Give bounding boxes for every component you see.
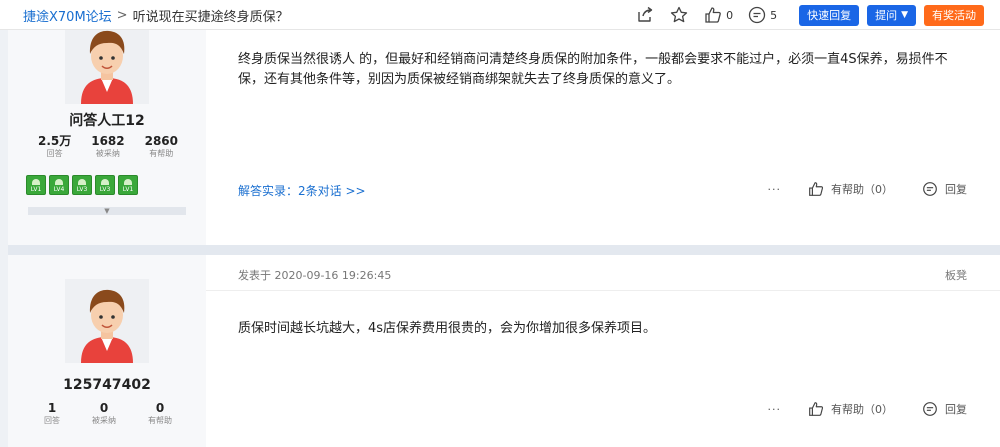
post-divider <box>8 245 1000 255</box>
breadcrumb: 捷途X70M论坛 > 听说现在买捷途终身质保？ <box>23 0 289 30</box>
username[interactable]: 问答人工12 <box>8 110 206 130</box>
ask-button[interactable]: 提问 ▼ <box>867 4 916 26</box>
stat-helpful: 0 有帮助 <box>148 401 172 426</box>
comment-icon <box>923 182 937 196</box>
thumbs-up-icon <box>809 402 824 416</box>
more-options-button[interactable]: ··· <box>768 183 782 196</box>
stat-value: 0 <box>99 401 109 415</box>
level-badge[interactable]: LV3 <box>72 175 92 195</box>
stat-label: 被采纳 <box>95 149 120 158</box>
breadcrumb-forum-link[interactable]: 捷途X70M论坛 <box>23 6 112 25</box>
helpful-label: 有帮助（0） <box>831 183 893 196</box>
stat-value: 1 <box>47 401 57 415</box>
avatar[interactable] <box>65 20 149 104</box>
post-actions: ··· 有帮助（0） 回复 <box>768 400 967 418</box>
user-panel: 问答人工12 2.5万 回答 1682 被采纳 2860 有帮助 LV1 LV4… <box>8 20 206 245</box>
answer-text: 终身质保当然很诱人 的，但最好和经销商问清楚终身质保的附加条件，一般都会要求不能… <box>238 52 948 87</box>
stat-adopted: 1682 被采纳 <box>91 134 124 159</box>
stat-value: 2.5万 <box>37 134 72 148</box>
comment-button[interactable]: 5 <box>747 5 777 25</box>
reply-button[interactable]: 回复 <box>921 180 967 198</box>
breadcrumb-topic: 听说现在买捷途终身质保？ <box>132 9 289 25</box>
stat-value: 2860 <box>144 134 178 148</box>
topic-toolbar: 0 5 快速回复 提问 ▼ 有奖活动 <box>635 0 984 30</box>
level-badge-text: LV4 <box>53 186 65 193</box>
comment-count: 5 <box>770 8 778 22</box>
post-content: 终身质保当然很诱人 的，但最好和经销商问清楚终身质保的附加条件，一般都会要求不能… <box>206 30 1000 245</box>
comment-icon <box>923 402 937 416</box>
expand-badges-toggle[interactable]: ▼ <box>28 207 186 215</box>
stat-label: 有帮助 <box>148 416 172 425</box>
header-divider <box>206 290 1000 291</box>
share-button[interactable] <box>635 5 655 25</box>
stat-answers: 2.5万 回答 <box>38 134 71 159</box>
quick-reply-label: 快速回复 <box>807 9 852 22</box>
ask-label: 提问 <box>875 9 898 22</box>
chevron-down-icon: ▼ <box>104 207 110 215</box>
avatar-image <box>65 20 149 104</box>
stat-helpful: 2860 有帮助 <box>145 134 178 159</box>
stat-label: 被采纳 <box>92 416 116 425</box>
breadcrumb-separator: > <box>116 7 128 23</box>
dialog-record-link[interactable]: 解答实录：2条对话 >> <box>238 182 366 199</box>
stat-value: 1682 <box>91 134 125 148</box>
user-stats: 2.5万 回答 1682 被采纳 2860 有帮助 <box>28 134 188 159</box>
post-timestamp: 发表于 2020-09-16 19:26:45 <box>238 269 392 282</box>
user-stats: 1 回答 0 被采纳 0 有帮助 <box>28 401 188 426</box>
answer-text: 质保时间越长坑越大，4s店保养费用很贵的，会为你增加很多保养项目。 <box>238 321 657 336</box>
more-options-button[interactable]: ··· <box>768 403 782 416</box>
prize-activity-button[interactable]: 有奖活动 <box>924 4 984 26</box>
stat-value: 0 <box>155 401 165 415</box>
level-badge-text: LV3 <box>99 186 111 193</box>
comment-icon <box>748 6 766 24</box>
reply-button[interactable]: 回复 <box>921 400 967 418</box>
post-actions: ··· 有帮助（0） 回复 <box>768 180 967 198</box>
level-badges: LV1 LV4 LV3 LV3 LV1 <box>26 175 141 195</box>
stat-label: 回答 <box>44 416 60 425</box>
like-count: 0 <box>726 8 734 22</box>
stat-label: 有帮助 <box>149 149 174 158</box>
quick-reply-button[interactable]: 快速回复 <box>799 4 860 26</box>
stat-adopted: 0 被采纳 <box>92 401 116 426</box>
avatar-image <box>65 279 149 363</box>
helpful-button[interactable]: 有帮助（0） <box>807 180 893 198</box>
prize-activity-label: 有奖活动 <box>932 9 976 22</box>
like-button[interactable]: 0 <box>703 5 733 25</box>
avatar[interactable] <box>65 279 149 363</box>
reply-label: 回复 <box>945 403 967 416</box>
favorite-button[interactable] <box>669 5 689 25</box>
stat-label: 回答 <box>46 149 63 158</box>
level-badge[interactable]: LV3 <box>95 175 115 195</box>
floor-label: 板凳 <box>945 269 967 282</box>
share-icon <box>638 6 653 22</box>
answer-post: 125747402 1 回答 0 被采纳 0 有帮助 发表于 2020-09-1… <box>8 255 1000 447</box>
thumbs-up-icon <box>705 7 721 23</box>
thumbs-up-icon <box>809 182 824 196</box>
reply-label: 回复 <box>945 183 967 196</box>
level-badge[interactable]: LV1 <box>118 175 138 195</box>
level-badge-text: LV3 <box>76 186 88 193</box>
helpful-button[interactable]: 有帮助（0） <box>807 400 893 418</box>
user-panel: 125747402 1 回答 0 被采纳 0 有帮助 <box>8 255 206 447</box>
stat-answers: 1 回答 <box>44 401 60 426</box>
chevron-down-icon: ▼ <box>901 10 908 20</box>
level-badge[interactable]: LV4 <box>49 175 69 195</box>
username[interactable]: 125747402 <box>8 377 206 393</box>
post-content: 发表于 2020-09-16 19:26:45 板凳 质保时间越长坑越大，4s店… <box>206 255 1000 447</box>
top-bar: 捷途X70M论坛 > 听说现在买捷途终身质保？ 0 5 快速回复 提问 ▼ 有奖活… <box>0 0 1000 30</box>
answer-post: 问答人工12 2.5万 回答 1682 被采纳 2860 有帮助 LV1 LV4… <box>8 20 1000 245</box>
helpful-label: 有帮助（0） <box>831 403 893 416</box>
level-badge[interactable]: LV1 <box>26 175 46 195</box>
star-icon <box>670 6 688 23</box>
level-badge-text: LV1 <box>30 186 42 193</box>
level-badge-text: LV1 <box>122 186 134 193</box>
